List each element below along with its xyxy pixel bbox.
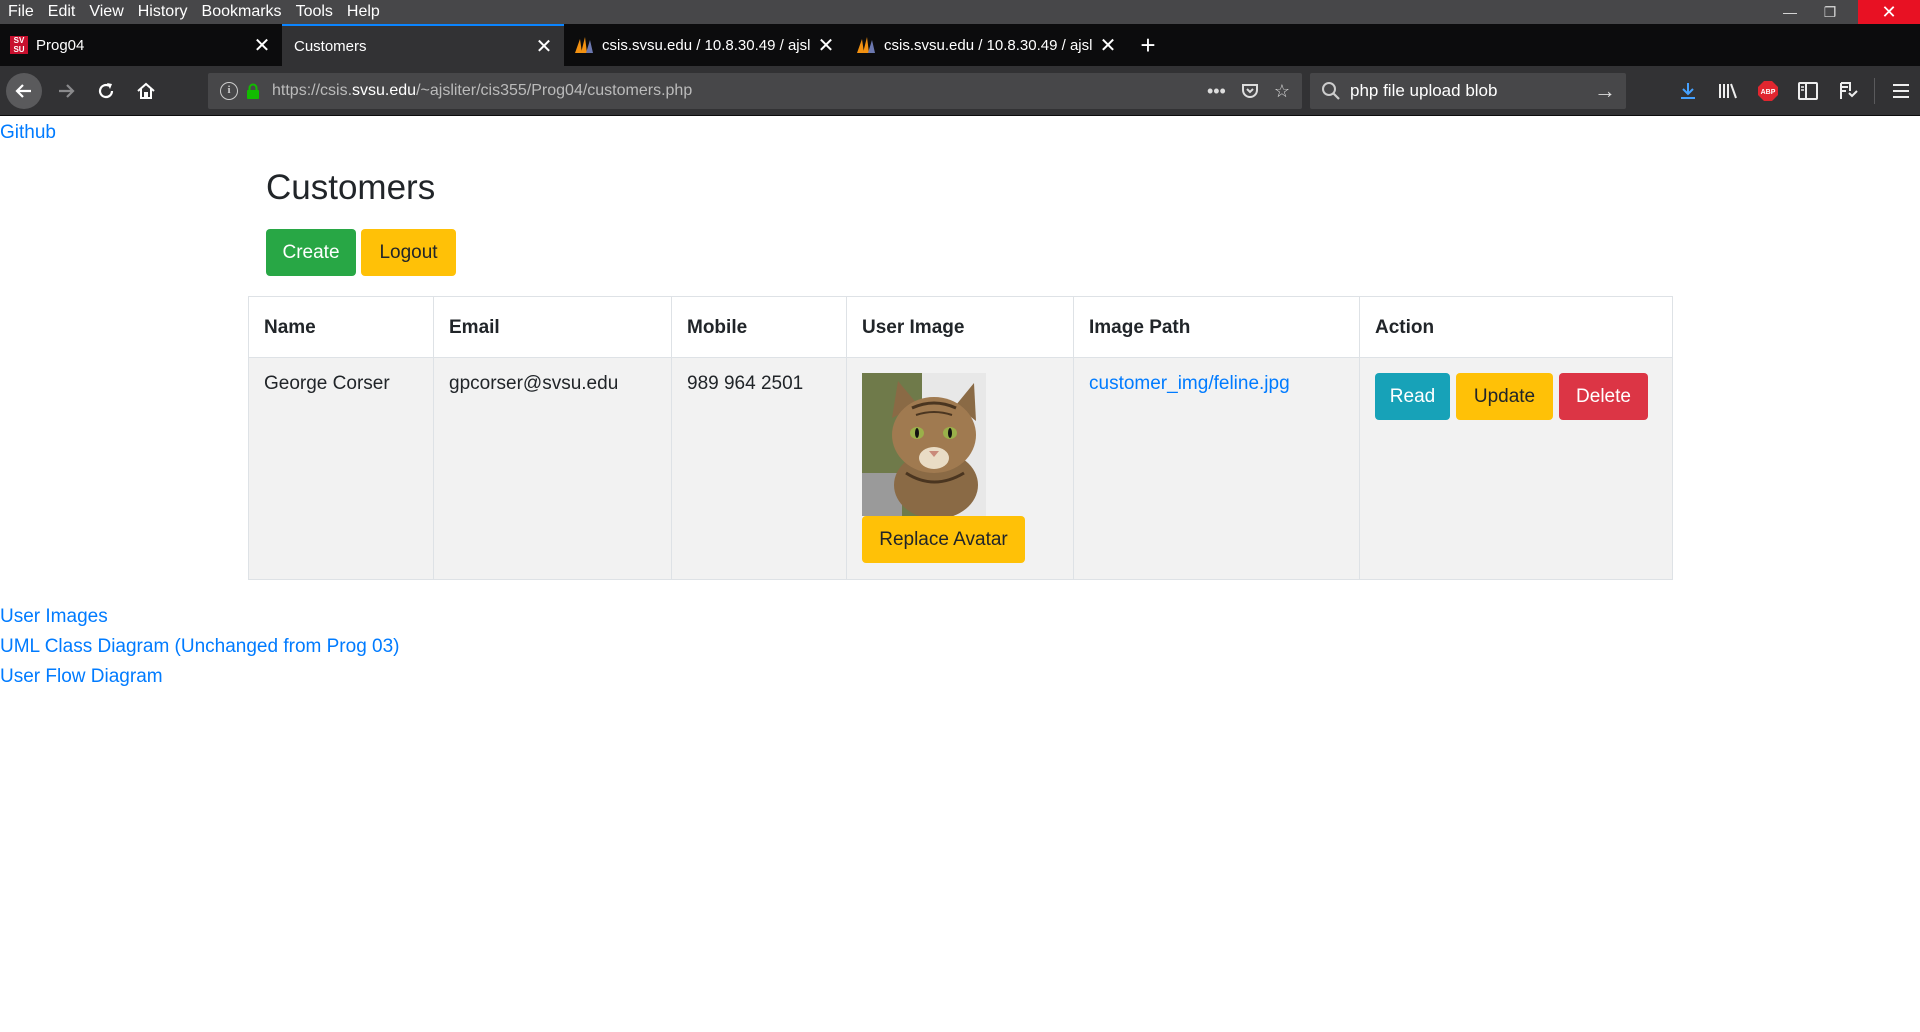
tab-title: csis.svsu.edu / 10.8.30.49 / ajsliter (884, 36, 1092, 54)
uml-class-diagram-link[interactable]: UML Class Diagram (Unchanged from Prog 0… (0, 634, 400, 659)
user-flow-diagram-link[interactable]: User Flow Diagram (0, 664, 400, 689)
header-user-image: User Image (846, 296, 1074, 358)
tab-phpmyadmin-2[interactable]: csis.svsu.edu / 10.8.30.49 / ajsliter ✕ (846, 24, 1128, 66)
menu-tools[interactable]: Tools (289, 0, 340, 24)
tab-title: Prog04 (36, 36, 85, 54)
logout-button[interactable]: Logout (361, 229, 456, 276)
svsu-favicon-icon: SV SU (10, 36, 28, 54)
maximize-button[interactable]: ❐ (1810, 0, 1850, 24)
phpmyadmin-icon (575, 37, 593, 53)
cell-mobile: 989 964 2501 (671, 357, 847, 580)
cell-action: Read Update Delete (1359, 357, 1673, 580)
pocket-icon[interactable] (1240, 81, 1260, 101)
delete-button[interactable]: Delete (1559, 373, 1648, 420)
url-text[interactable]: https://csis.svsu.edu/~ajsliter/cis355/P… (272, 82, 1207, 100)
tab-close-icon[interactable]: ✕ (816, 33, 836, 58)
search-icon (1322, 82, 1340, 100)
tab-title: csis.svsu.edu / 10.8.30.49 / ajsliter (602, 36, 810, 54)
menu-view[interactable]: View (82, 0, 130, 24)
cell-image-path: customer_img/feline.jpg (1073, 357, 1360, 580)
tab-close-icon[interactable]: ✕ (1098, 33, 1118, 58)
url-path: /~ajsliter/cis355/Prog04/customers.php (416, 82, 693, 99)
url-host: svsu.edu (352, 82, 417, 99)
update-button[interactable]: Update (1456, 373, 1553, 420)
svg-text:ABP: ABP (1761, 89, 1776, 96)
menu-bookmarks[interactable]: Bookmarks (195, 0, 289, 24)
navigation-toolbar: i https://csis.svsu.edu/~ajsliter/cis355… (0, 66, 1920, 116)
hamburger-menu-icon[interactable] (1881, 73, 1920, 109)
user-images-link[interactable]: User Images (0, 604, 400, 629)
info-icon[interactable]: i (220, 82, 238, 100)
reload-icon[interactable] (88, 73, 124, 109)
table-row: George Corser gpcorser@svsu.edu 989 964 … (248, 357, 1673, 580)
reader-extension-icon[interactable] (1828, 73, 1868, 109)
menu-help[interactable]: Help (340, 0, 387, 24)
tab-close-icon[interactable]: ✕ (534, 34, 554, 59)
bookmark-star-icon[interactable]: ☆ (1274, 81, 1290, 102)
menu-bar: File Edit View History Bookmarks Tools H… (0, 0, 1920, 24)
menu-edit[interactable]: Edit (41, 0, 83, 24)
search-input[interactable]: php file upload blob (1350, 81, 1594, 101)
page-title: Customers (266, 168, 436, 207)
cell-name: George Corser (248, 357, 434, 580)
adblock-plus-icon[interactable]: ABP (1748, 73, 1788, 109)
read-button[interactable]: Read (1375, 373, 1450, 420)
image-path-link[interactable]: customer_img/feline.jpg (1089, 373, 1290, 394)
cell-email: gpcorser@svsu.edu (433, 357, 672, 580)
address-bar[interactable]: i https://csis.svsu.edu/~ajsliter/cis355… (208, 73, 1302, 109)
menu-file[interactable]: File (0, 0, 41, 24)
replace-avatar-button[interactable]: Replace Avatar (862, 516, 1025, 563)
header-image-path: Image Path (1073, 296, 1360, 358)
lock-icon (247, 83, 259, 99)
downloads-icon[interactable] (1668, 73, 1708, 109)
page-actions-icon[interactable]: ••• (1207, 81, 1226, 102)
tab-strip: SV SU Prog04 ✕ Customers ✕ csis.svsu.edu… (0, 24, 1920, 66)
minimize-button[interactable]: — (1770, 0, 1810, 24)
forward-arrow-icon[interactable] (48, 73, 84, 109)
header-name: Name (248, 296, 434, 358)
window-close-button[interactable]: ✕ (1858, 0, 1920, 24)
library-icon[interactable] (1708, 73, 1748, 109)
tab-phpmyadmin-1[interactable]: csis.svsu.edu / 10.8.30.49 / ajsliter ✕ (564, 24, 846, 66)
tab-close-icon[interactable]: ✕ (252, 33, 272, 58)
customers-table: Name Email Mobile User Image Image Path … (248, 296, 1673, 580)
menu-history[interactable]: History (131, 0, 195, 24)
header-mobile: Mobile (671, 296, 847, 358)
home-icon[interactable] (128, 73, 164, 109)
search-go-arrow-icon[interactable]: → (1594, 78, 1616, 104)
cat-avatar-image (862, 373, 986, 516)
search-bar[interactable]: php file upload blob → (1310, 73, 1626, 109)
github-link[interactable]: Github (0, 122, 56, 144)
sidebar-icon[interactable] (1788, 73, 1828, 109)
url-prefix: https://csis. (272, 82, 353, 99)
cell-user-image: Replace Avatar (846, 357, 1074, 580)
header-email: Email (433, 296, 672, 358)
new-tab-plus-icon[interactable]: + (1128, 24, 1168, 66)
header-action: Action (1359, 296, 1673, 358)
tab-customers[interactable]: Customers ✕ (282, 24, 564, 66)
tab-prog04[interactable]: SV SU Prog04 ✕ (0, 24, 282, 66)
phpmyadmin-icon (857, 37, 875, 53)
create-button[interactable]: Create (266, 229, 356, 276)
back-arrow-icon[interactable] (6, 73, 42, 109)
table-header-row: Name Email Mobile User Image Image Path … (248, 296, 1673, 358)
footer-links: User Images UML Class Diagram (Unchanged… (0, 604, 400, 689)
tab-title: Customers (294, 37, 367, 55)
